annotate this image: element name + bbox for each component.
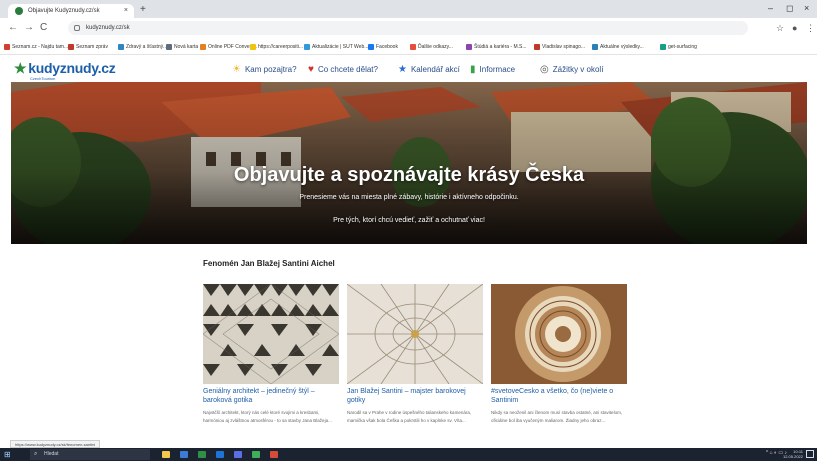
close-window-button[interactable]: × <box>804 3 809 13</box>
chrome-icon[interactable] <box>252 451 260 458</box>
nav-label: Zážitky v okolí <box>552 65 604 74</box>
browser-tab-bar: Objavujte Kudyznudy.cz/sk × + – ◻ × <box>0 0 817 18</box>
clock-date: 12.05.2022 <box>782 454 803 459</box>
bookmark-item[interactable]: Seznam.cz - Najdu tam... <box>4 42 68 52</box>
hero-subtitle: Prenesieme vás na miesta plné zábavy, hi… <box>299 194 519 201</box>
card-title-svetove[interactable]: #svetoveCesko a všetko, čo (ne)viete o S… <box>491 387 627 405</box>
star-icon: ★ <box>398 64 407 75</box>
new-tab-button[interactable]: + <box>140 4 146 16</box>
nav-label: Co chcete dělat? <box>317 65 378 74</box>
hero-banner: Objavujte a spoznávajte krásy Česka Pren… <box>11 82 807 244</box>
taskbar-search-input[interactable]: ⌕ Hledat <box>30 449 150 460</box>
bookmark-item[interactable]: https://careerpositi... <box>250 42 303 52</box>
hero-title: Objavujte a spoznávajte krásy Česka <box>233 164 585 186</box>
sun-icon: ☀ <box>232 64 241 75</box>
logo-star-icon: ★ <box>14 60 27 76</box>
bookmark-item[interactable]: Zdravý a šťastný... <box>118 42 167 52</box>
nav-label: Kalendář akcí <box>410 65 460 74</box>
bookmark-item[interactable]: Aktualizácie | SUT Web... <box>304 42 368 52</box>
tab-title: Objavujte Kudyznudy.cz/sk <box>28 8 100 14</box>
chart-icon: ▮ <box>470 64 476 75</box>
excel-icon[interactable] <box>198 451 206 458</box>
status-url-tooltip: https://www.kudyznudy.cz/sk/fenomen-sant… <box>10 440 101 448</box>
close-tab-icon[interactable]: × <box>124 4 128 18</box>
bookmark-item[interactable]: Vladislav spinago... <box>534 42 585 52</box>
nav-item-1[interactable]: ☀ Kam pozajtra? <box>232 64 297 75</box>
nav-item-3[interactable]: ★ Kalendář akcí <box>398 64 460 75</box>
menu-icon[interactable]: ⋮ <box>806 23 815 34</box>
notification-icon[interactable] <box>806 450 814 458</box>
bookmark-item[interactable]: Seznam zpráv <box>68 42 108 52</box>
heart-icon: ♥ <box>308 64 314 75</box>
url-text: kudyznudy.cz/sk <box>86 25 130 31</box>
card-text-architect: Najväčší architekt, ktorý nás celé ktoré… <box>203 410 332 423</box>
address-bar-row: ← → C kudyznudy.cz/sk ☆ ● ⋮ <box>0 18 817 38</box>
favicon-icon <box>15 7 23 15</box>
windows-taskbar: ⊞ ⌕ Hledat ^ ⌂ ◐ ▭ ♪ 10:11 12.05.2022 <box>0 448 817 461</box>
search-icon: ⌕ <box>34 451 38 457</box>
browser-tab[interactable]: Objavujte Kudyznudy.cz/sk × <box>8 4 134 18</box>
card-image-dome[interactable] <box>491 284 627 384</box>
edge-icon[interactable] <box>216 451 224 458</box>
maximize-button[interactable]: ◻ <box>786 3 793 14</box>
windows-start-icon[interactable]: ⊞ <box>4 450 11 459</box>
card-text-svetove: Nikdy sa neoženil ani členom musí stavba… <box>491 410 623 423</box>
bookmarks-bar: Seznam.cz - Najdu tam... Seznam zpráv Zdra… <box>0 38 817 55</box>
card-title-architect[interactable]: Geniálny architekt – jedinečný štýl – ba… <box>203 387 339 405</box>
site-logo[interactable]: ★ kudyznudy.cz <box>14 60 116 77</box>
compass-icon: ◎ <box>540 64 549 75</box>
lock-icon <box>74 25 80 31</box>
nav-item-2[interactable]: ♥ Co chcete dělat? <box>308 64 378 75</box>
bookmark-item[interactable]: Facebook <box>368 42 398 52</box>
bookmark-item[interactable]: Aktuálne výsledky... <box>592 42 644 52</box>
url-input[interactable]: kudyznudy.cz/sk <box>68 21 748 35</box>
card-image-pattern[interactable] <box>203 284 339 384</box>
reload-button[interactable]: C <box>40 22 47 33</box>
nav-label: Informace <box>479 65 516 74</box>
bookmark-item[interactable]: Štúdiá a kariéra - M.S... <box>466 42 527 52</box>
bookmark-item[interactable]: Ďalšie odkazy... <box>410 42 453 52</box>
card-text-santini: Narodil sa v Prahe v rodine úspešného ta… <box>347 410 472 423</box>
nav-item-4[interactable]: ▮ Informace <box>470 64 515 75</box>
taskbar-search-label: Hledat <box>44 451 59 457</box>
site-header: ★ kudyznudy.cz CzechTourism ☀ Kam pozajtra… <box>0 56 817 82</box>
bookmark-item[interactable]: get-surfacing <box>660 42 697 52</box>
app-icon[interactable] <box>270 451 278 458</box>
back-button[interactable]: ← <box>8 22 18 33</box>
minimize-button[interactable]: – <box>768 3 773 13</box>
forward-button[interactable]: → <box>24 22 34 33</box>
mail-app-icon[interactable] <box>180 451 188 458</box>
taskbar-clock[interactable]: 10:11 12.05.2022 <box>783 449 803 459</box>
card-title-santini[interactable]: Jan Blažej Santini – majster barokovej g… <box>347 387 483 405</box>
hero-tagline: Pre tých, ktorí chcú vedieť, zažiť a och… <box>333 217 485 224</box>
teams-icon[interactable] <box>234 451 242 458</box>
bookmark-star-icon[interactable]: ☆ <box>776 23 784 34</box>
bookmark-item[interactable]: Nová karta <box>166 42 198 52</box>
logo-subtitle: CzechTourism <box>30 76 56 81</box>
nav-item-5[interactable]: ◎ Zážitky v okolí <box>540 64 603 75</box>
section-title: Fenomén Jan Blažej Santini Aichel <box>203 259 335 268</box>
bookmark-item[interactable]: Online PDF Convert... <box>200 42 257 52</box>
card-image-vault[interactable] <box>347 284 483 384</box>
file-explorer-icon[interactable] <box>162 451 170 458</box>
nav-label: Kam pozajtra? <box>244 65 297 74</box>
profile-icon[interactable]: ● <box>792 23 797 33</box>
